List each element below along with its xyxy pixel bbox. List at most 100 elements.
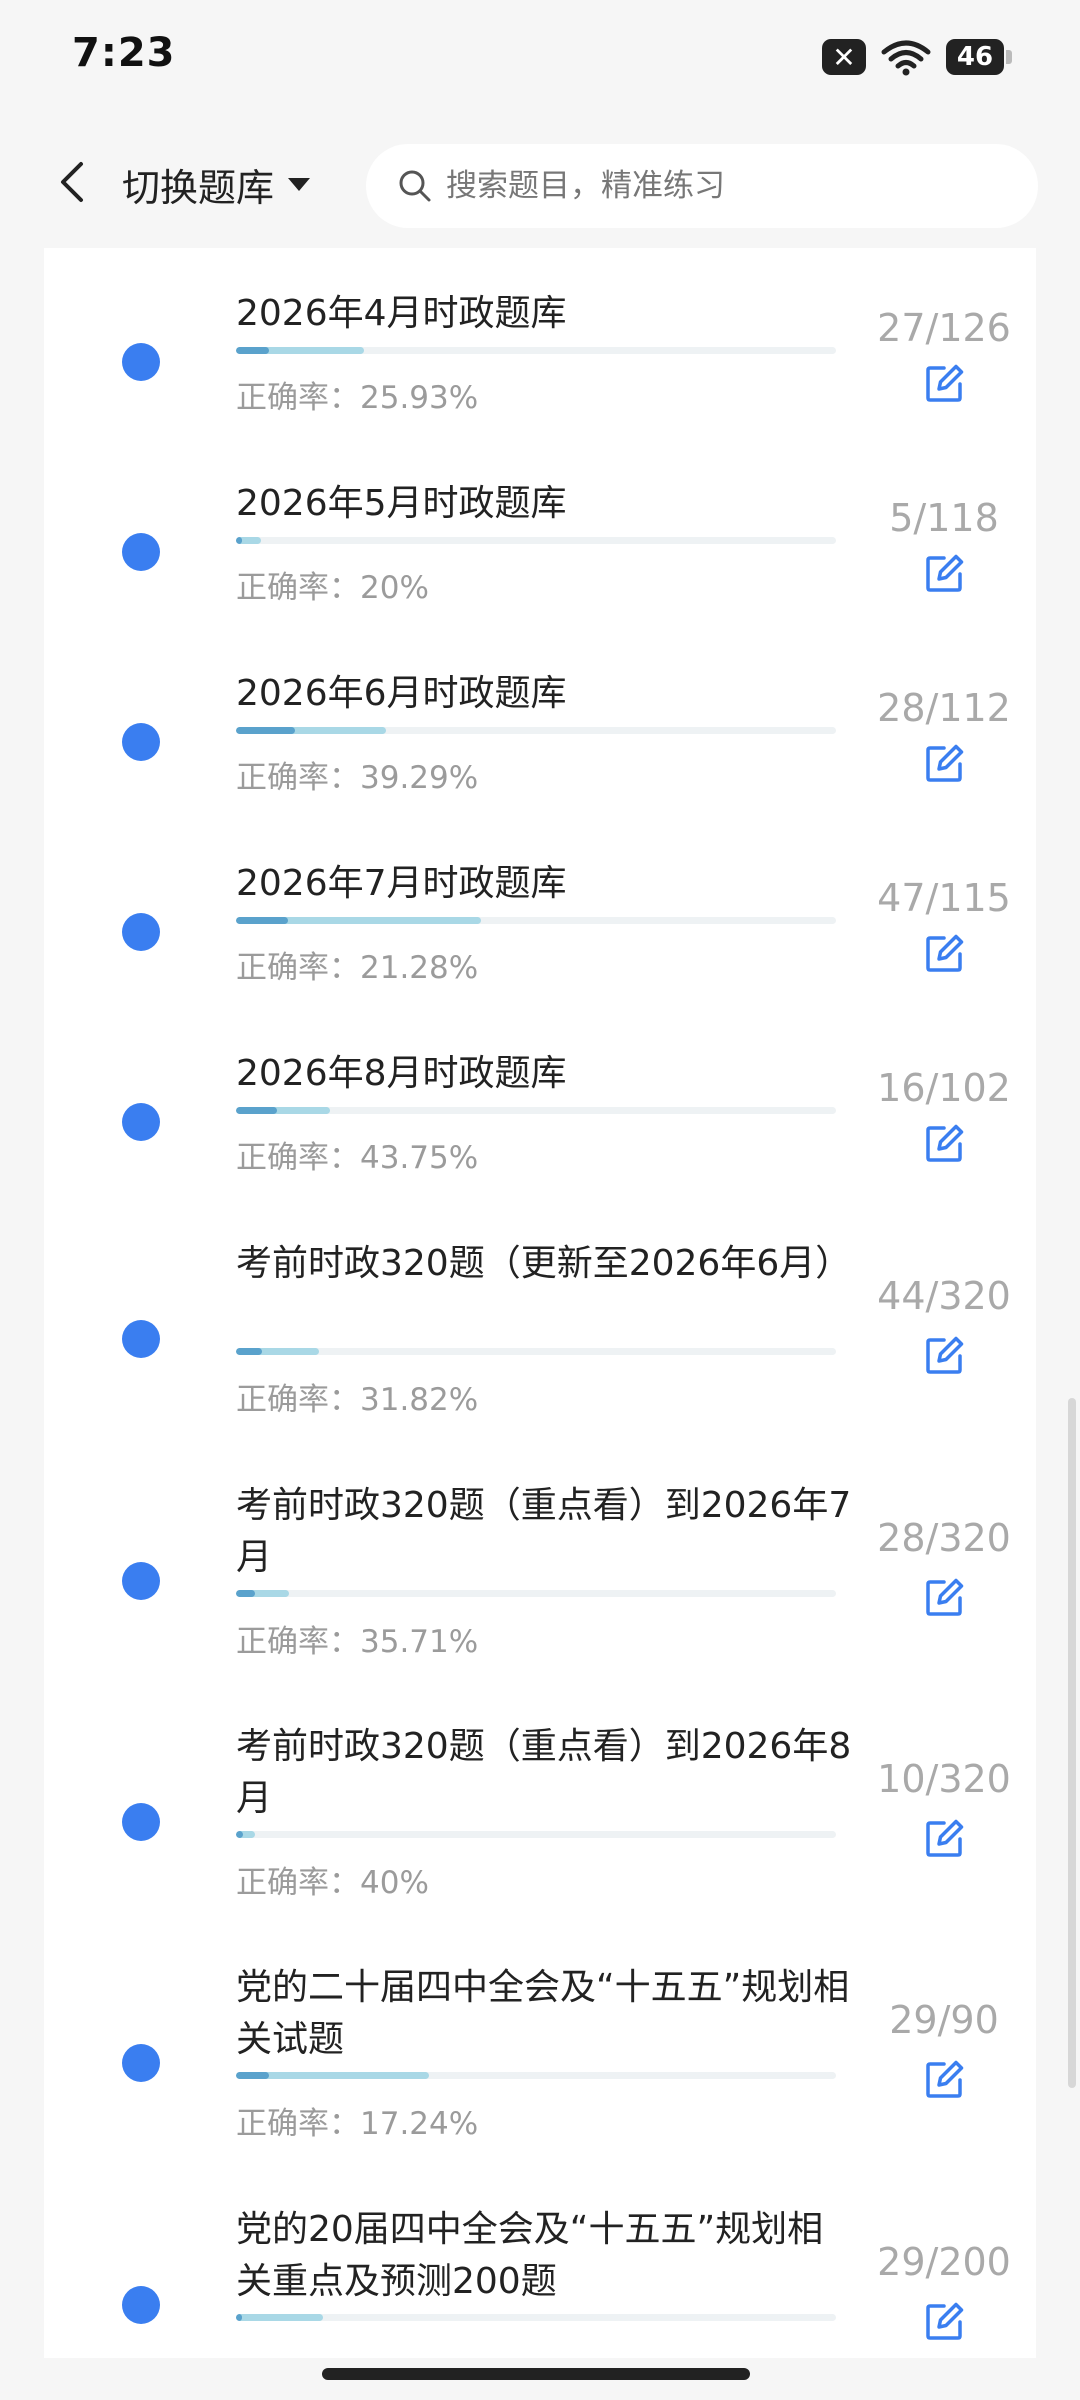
accuracy-label: 正确率：20% bbox=[236, 570, 429, 606]
accuracy-label: 正确率：21.28% bbox=[236, 950, 479, 986]
status-dot bbox=[122, 1320, 160, 1358]
accuracy-fill bbox=[236, 2314, 242, 2321]
question-bank-list: 2026年4月时政题库 正确率：25.93% 27/126 2026年5月时政题… bbox=[44, 248, 1036, 2358]
status-dot bbox=[122, 1562, 160, 1600]
item-title: 2026年6月时政题库 bbox=[236, 673, 567, 714]
accuracy-fill bbox=[236, 917, 289, 924]
list-item[interactable]: 党的20届四中全会及“十五五”规划相关重点及预测200题 29/200 bbox=[44, 2204, 1036, 2358]
status-dot bbox=[122, 1103, 160, 1141]
accuracy-label: 正确率：17.24% bbox=[236, 2106, 479, 2142]
edit-icon bbox=[926, 1578, 964, 1616]
accuracy-fill bbox=[236, 1348, 263, 1355]
back-button[interactable] bbox=[40, 150, 104, 214]
status-dot bbox=[122, 723, 160, 761]
edit-icon bbox=[926, 744, 964, 782]
battery-icon: 46 bbox=[946, 39, 1012, 75]
battery-level: 46 bbox=[946, 39, 1004, 75]
edit-button[interactable] bbox=[914, 1114, 974, 1174]
progress-count: 5/118 bbox=[889, 496, 999, 540]
list-item[interactable]: 2026年5月时政题库 正确率：20% 5/118 bbox=[44, 478, 1036, 668]
search-input[interactable] bbox=[444, 167, 1008, 205]
list-item[interactable]: 党的二十届四中全会及“十五五”规划相关试题 正确率：17.24% 29/90 bbox=[44, 1962, 1036, 2202]
edit-icon bbox=[926, 1336, 964, 1374]
item-title: 考前时政320题（重点看）到2026年7月 bbox=[236, 1485, 852, 1578]
progress-count: 44/320 bbox=[877, 1274, 1011, 1318]
progress-bar bbox=[236, 1590, 836, 1597]
status-icons: ✕ 46 bbox=[822, 38, 1012, 76]
edit-icon bbox=[926, 1819, 964, 1857]
list-item[interactable]: 考前时政320题（重点看）到2026年8月 正确率：40% 10/320 bbox=[44, 1721, 1036, 1961]
progress-fill bbox=[236, 2314, 323, 2321]
status-dot bbox=[122, 2286, 160, 2324]
progress-bar bbox=[236, 1348, 836, 1355]
status-dot bbox=[122, 1803, 160, 1841]
progress-count: 27/126 bbox=[877, 306, 1011, 350]
switch-label: 切换题库 bbox=[122, 165, 275, 210]
edit-icon bbox=[926, 1124, 964, 1162]
progress-bar bbox=[236, 2072, 836, 2079]
status-dot bbox=[122, 343, 160, 381]
accuracy-fill bbox=[236, 1107, 278, 1114]
scrollbar[interactable] bbox=[1068, 1398, 1076, 2088]
progress-count: 47/115 bbox=[877, 876, 1011, 920]
edit-button[interactable] bbox=[914, 2050, 974, 2110]
caret-down-icon bbox=[288, 178, 311, 191]
item-title: 党的二十届四中全会及“十五五”规划相关试题 bbox=[236, 1967, 850, 2060]
edit-button[interactable] bbox=[914, 1568, 974, 1628]
edit-icon bbox=[926, 2060, 964, 2098]
progress-bar bbox=[236, 1831, 836, 1838]
edit-button[interactable] bbox=[914, 924, 974, 984]
top-bar: 切换题库 bbox=[0, 120, 1080, 248]
edit-button[interactable] bbox=[914, 1809, 974, 1869]
search-icon bbox=[396, 167, 434, 205]
accuracy-fill bbox=[236, 347, 270, 354]
progress-count: 16/102 bbox=[877, 1066, 1011, 1110]
edit-button[interactable] bbox=[914, 734, 974, 794]
accuracy-label: 正确率：40% bbox=[236, 1865, 429, 1901]
edit-button[interactable] bbox=[914, 2292, 974, 2352]
list-item[interactable]: 考前时政320题（重点看）到2026年7月 正确率：35.71% 28/320 bbox=[44, 1480, 1036, 1720]
edit-icon bbox=[926, 554, 964, 592]
progress-bar bbox=[236, 537, 836, 544]
progress-count: 29/90 bbox=[889, 1998, 999, 2042]
wifi-icon bbox=[881, 40, 931, 76]
accuracy-label: 正确率：39.29% bbox=[236, 760, 479, 796]
accuracy-fill bbox=[236, 1590, 255, 1597]
switch-question-bank-button[interactable]: 切换题库 bbox=[122, 156, 312, 212]
search-bar[interactable] bbox=[366, 144, 1038, 228]
list-item[interactable]: 2026年6月时政题库 正确率：39.29% 28/112 bbox=[44, 668, 1036, 858]
progress-bar bbox=[236, 1107, 836, 1114]
item-title: 2026年7月时政题库 bbox=[236, 863, 567, 904]
home-indicator[interactable] bbox=[322, 2368, 750, 2380]
item-title: 考前时政320题（重点看）到2026年8月 bbox=[236, 1726, 852, 1819]
progress-count: 10/320 bbox=[877, 1757, 1011, 1801]
item-title: 党的20届四中全会及“十五五”规划相关重点及预测200题 bbox=[236, 2209, 824, 2302]
accuracy-fill bbox=[236, 2072, 270, 2079]
edit-button[interactable] bbox=[914, 1326, 974, 1386]
list-item[interactable]: 2026年7月时政题库 正确率：21.28% 47/115 bbox=[44, 858, 1036, 1048]
item-title: 2026年8月时政题库 bbox=[236, 1053, 567, 1094]
item-title: 2026年5月时政题库 bbox=[236, 483, 567, 524]
edit-button[interactable] bbox=[914, 354, 974, 414]
progress-bar bbox=[236, 917, 836, 924]
item-title: 2026年4月时政题库 bbox=[236, 293, 567, 334]
status-dot bbox=[122, 533, 160, 571]
status-dot bbox=[122, 2044, 160, 2082]
edit-icon bbox=[926, 364, 964, 402]
edit-button[interactable] bbox=[914, 544, 974, 604]
accuracy-label: 正确率：31.82% bbox=[236, 1382, 479, 1418]
status-time: 7:23 bbox=[72, 30, 176, 76]
status-bar: 7:23 ✕ 46 bbox=[0, 0, 1080, 120]
list-item[interactable]: 考前时政320题（更新至2026年6月） 正确率：31.82% 44/320 bbox=[44, 1238, 1036, 1478]
edit-icon bbox=[926, 2302, 964, 2340]
status-dot bbox=[122, 913, 160, 951]
accuracy-label: 正确率：35.71% bbox=[236, 1624, 479, 1660]
list-item[interactable]: 2026年4月时政题库 正确率：25.93% 27/126 bbox=[44, 288, 1036, 478]
item-title: 考前时政320题（更新至2026年6月） bbox=[236, 1243, 852, 1284]
edit-icon bbox=[926, 934, 964, 972]
progress-bar bbox=[236, 2314, 836, 2321]
list-item[interactable]: 2026年8月时政题库 正确率：43.75% 16/102 bbox=[44, 1048, 1036, 1238]
progress-bar bbox=[236, 727, 836, 734]
chevron-left-icon bbox=[61, 162, 83, 202]
progress-bar bbox=[236, 347, 836, 354]
